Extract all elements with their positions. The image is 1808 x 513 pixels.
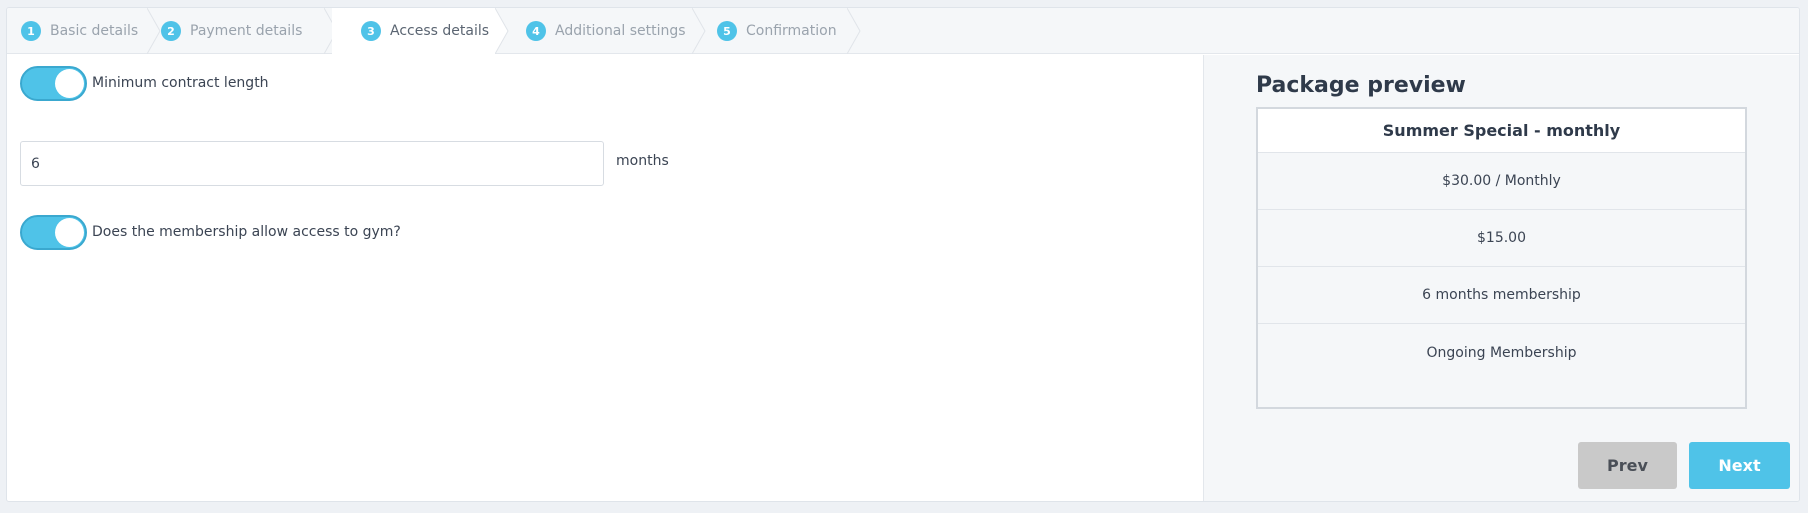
package-name: Summer Special - monthly [1258, 109, 1745, 153]
step-payment-details[interactable]: 2 Payment details [161, 8, 334, 54]
package-preview-card: Summer Special - monthly $30.00 / Monthl… [1256, 107, 1747, 409]
step-label: Basic details [50, 23, 139, 39]
preview-title: Package preview [1256, 73, 1466, 98]
step-label: Additional settings [555, 23, 686, 39]
contract-length-input[interactable] [20, 141, 604, 186]
package-type: Ongoing Membership [1426, 344, 1577, 361]
gym-access-label: Does the membership allow access to gym? [92, 224, 401, 240]
package-preview-panel: Package preview Summer Special - monthly… [1204, 55, 1799, 501]
wizard-frame: 1 Basic details 2 Payment details 3 Acce… [6, 7, 1800, 502]
gym-access-toggle[interactable] [20, 215, 87, 250]
step-separator [692, 8, 706, 54]
step-number: 3 [361, 21, 381, 41]
step-label: Payment details [190, 23, 303, 39]
step-separator [847, 8, 861, 54]
step-separator [495, 8, 509, 54]
step-separator [147, 8, 161, 54]
step-number: 5 [717, 21, 737, 41]
next-button[interactable]: Next [1689, 442, 1790, 489]
wizard-steps: 1 Basic details 2 Payment details 3 Acce… [7, 8, 1799, 54]
step-access-details[interactable]: 3 Access details [332, 8, 495, 54]
step-basic-details[interactable]: 1 Basic details [7, 8, 147, 54]
access-details-form: Minimum contract length months Does the … [7, 55, 1203, 501]
package-duration: 6 months membership [1258, 267, 1745, 324]
package-fee: $15.00 [1258, 210, 1745, 267]
prev-button[interactable]: Prev [1578, 442, 1677, 489]
package-price: $30.00 / Monthly [1258, 153, 1745, 210]
step-additional-settings[interactable]: 4 Additional settings [519, 8, 699, 54]
step-number: 4 [526, 21, 546, 41]
toggle-knob [55, 69, 84, 98]
step-label: Access details [390, 23, 490, 39]
min-contract-label: Minimum contract length [92, 75, 269, 91]
min-contract-toggle[interactable] [20, 66, 87, 101]
step-number: 2 [161, 21, 181, 41]
contract-length-unit: months [616, 153, 669, 169]
toggle-knob [55, 218, 84, 247]
step-label: Confirmation [746, 23, 837, 39]
step-confirmation[interactable]: 5 Confirmation [717, 8, 857, 54]
step-number: 1 [21, 21, 41, 41]
